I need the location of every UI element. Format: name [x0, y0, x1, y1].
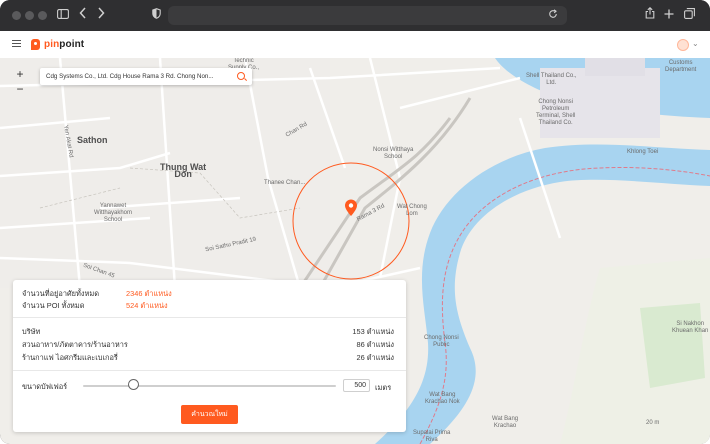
- category-name: ร้านกาแฟ ไอศกรีมและเบเกอรี่: [22, 353, 118, 362]
- address-bar[interactable]: [168, 6, 567, 25]
- buffer-label: ขนาดบัฟเฟอร์: [22, 382, 68, 391]
- location-pin-icon[interactable]: [344, 199, 358, 217]
- minimize-window-button[interactable]: [25, 11, 34, 20]
- map-label-chong-nonsi-public: Chong Nonsi Public: [424, 335, 459, 348]
- buffer-slider-track[interactable]: [83, 385, 336, 387]
- search-icon[interactable]: [237, 72, 245, 80]
- residence-total-value: 2346 ตำแหน่ง: [126, 289, 172, 298]
- map-label-wat-bang-krachao-nok: Wat Bang Krachao Nok: [425, 392, 460, 405]
- divider: [13, 370, 406, 371]
- poi-total-value: 524 ตำแหน่ง: [126, 301, 168, 310]
- sidebar-icon[interactable]: [56, 7, 70, 23]
- map-label-chong-nonsi-petroleum: Chong Nonsi Petroleum Terminal, Shell Th…: [536, 99, 576, 126]
- back-icon[interactable]: [78, 7, 88, 23]
- map-label-wat-chong-lom: Wat Chong Lom: [397, 204, 427, 217]
- map-label-nonsi-witthaya: Nonsi Witthaya School: [373, 147, 414, 160]
- buffer-slider-thumb[interactable]: [128, 379, 140, 390]
- search-input[interactable]: [46, 70, 232, 83]
- map-label-supalai: Supalai Prima Riva: [413, 430, 451, 443]
- map-label-thanee: Thanee Chan...: [264, 180, 306, 186]
- share-icon[interactable]: [644, 7, 656, 23]
- recalculate-button[interactable]: คำนวณใหม่: [181, 405, 238, 424]
- map-label-wat-bang-khrachao: Wat Bang Krachao: [492, 416, 519, 429]
- tabs-overview-icon[interactable]: [683, 7, 695, 23]
- avatar[interactable]: [677, 39, 689, 51]
- app-header: pinpoint ⌄: [0, 31, 710, 59]
- buffer-unit: เมตร: [375, 383, 392, 392]
- map-label-yannawet: Yannawet Witthayakhom School: [94, 203, 133, 223]
- category-count: 26 ตำแหน่ง: [356, 353, 394, 362]
- zoom-in-button[interactable]: +: [13, 67, 27, 82]
- reload-icon[interactable]: [547, 7, 559, 23]
- analysis-panel: จำนวนที่อยู่อาศัยทั้งหมด 2346 ตำแหน่ง จำ…: [13, 280, 406, 432]
- pinpoint-logo[interactable]: pinpoint: [31, 37, 84, 51]
- category-count: 153 ตำแหน่ง: [352, 327, 394, 336]
- map-label-si-nakhon: Si Nakhon Khuean Khan: [672, 321, 709, 334]
- browser-window: pinpoint ⌄ Sathon Thung Wat Don Technic …: [0, 0, 710, 444]
- forward-icon[interactable]: [96, 7, 106, 23]
- zoom-control: + −: [13, 67, 27, 97]
- maximize-window-button[interactable]: [38, 11, 47, 20]
- new-tab-icon[interactable]: [663, 7, 675, 23]
- buffer-input[interactable]: [343, 379, 370, 392]
- residence-total-label: จำนวนที่อยู่อาศัยทั้งหมด: [22, 289, 100, 298]
- map-label-sathon: Sathon: [77, 135, 108, 145]
- category-name: สวนอาหาร/ภัตตาคาร/ร้านอาหาร: [22, 340, 128, 349]
- map-label-shell-thailand: Shell Thailand Co., Ltd.: [526, 73, 577, 86]
- shield-icon[interactable]: [150, 7, 162, 23]
- browser-toolbar: [0, 0, 710, 31]
- logo-text: pinpoint: [44, 38, 85, 50]
- close-window-button[interactable]: [12, 11, 21, 20]
- menu-icon[interactable]: [12, 40, 21, 48]
- chevron-down-icon[interactable]: ⌄: [692, 39, 699, 48]
- map-label-thung-wat-don: Thung Wat Don: [160, 162, 207, 179]
- pin-logo-icon: [31, 38, 40, 50]
- category-name: บริษัท: [22, 327, 41, 336]
- map-label-elevation: 20 m: [646, 420, 660, 426]
- category-count: 86 ตำแหน่ง: [356, 340, 394, 349]
- map-label-customs: Customs Department: [665, 60, 697, 73]
- search-box: [40, 68, 252, 85]
- zoom-out-button[interactable]: −: [13, 82, 27, 97]
- map-label-khlong-toei: Khlong Toei: [627, 149, 659, 155]
- poi-total-label: จำนวน POI ทั้งหมด: [22, 301, 85, 310]
- divider: [13, 317, 406, 318]
